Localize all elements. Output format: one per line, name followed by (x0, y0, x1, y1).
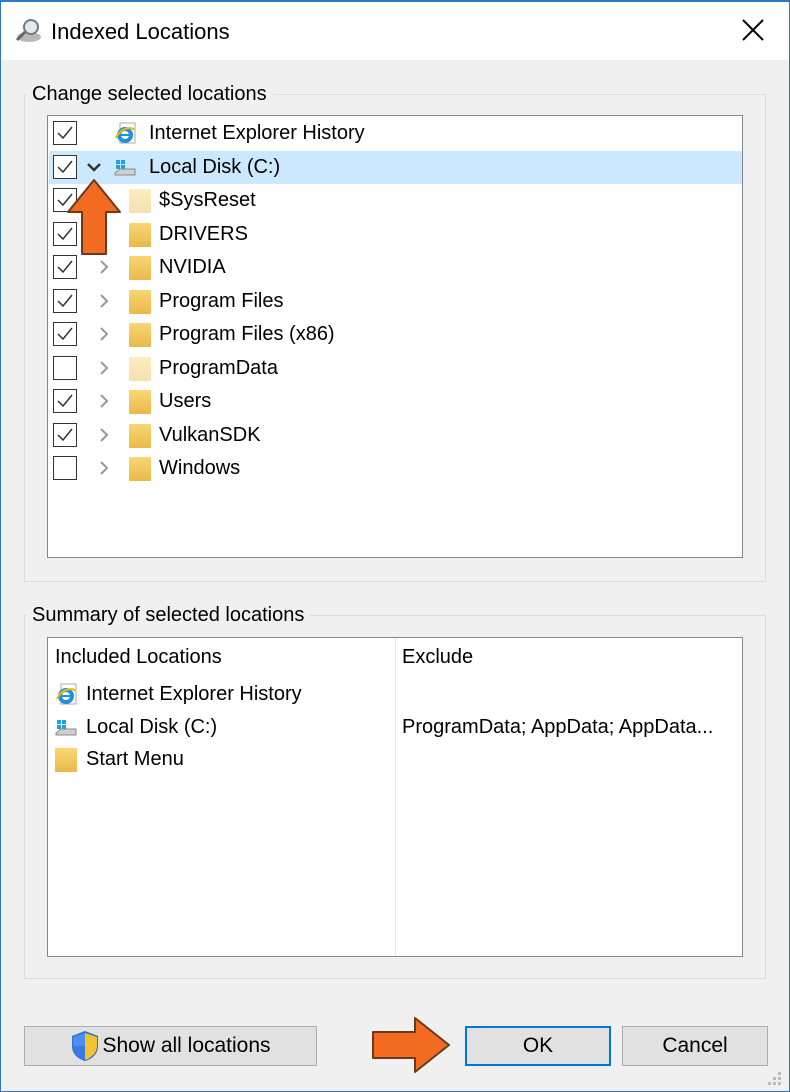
chevron-down-icon[interactable] (86, 157, 102, 177)
summary-list[interactable]: Included Locations Exclude Internet Expl… (47, 637, 743, 957)
folder-icon (129, 390, 151, 414)
tree-item-label: $SysReset (159, 189, 256, 211)
summary-row[interactable]: Local Disk (C:) ProgramData; AppData; App… (49, 711, 742, 744)
chevron-right-icon[interactable] (96, 425, 112, 445)
column-header-exclude[interactable]: Exclude (402, 646, 473, 669)
change-locations-label: Change selected locations (26, 83, 273, 106)
tree-item-label: DRIVERS (159, 222, 248, 245)
checkbox[interactable] (53, 422, 77, 447)
checkbox[interactable] (53, 355, 77, 380)
checkbox[interactable] (53, 288, 77, 313)
drive-icon (114, 159, 136, 175)
tree-item-label: Program Files (159, 289, 284, 312)
tree-item-label: ProgramData (159, 356, 278, 379)
tree-item[interactable]: ProgramData (49, 352, 742, 385)
locations-tree[interactable]: Internet Explorer History Local Disk (C:)… (47, 115, 743, 558)
folder-icon (55, 748, 77, 772)
cancel-button[interactable]: Cancel (622, 1026, 768, 1066)
title-bar: Indexed Locations (1, 2, 789, 60)
checkbox[interactable] (53, 456, 77, 480)
show-all-locations-button[interactable]: Show all locations (24, 1026, 317, 1066)
summary-row[interactable]: Internet Explorer History (49, 678, 742, 711)
chevron-right-icon[interactable] (96, 324, 112, 344)
checkbox[interactable] (53, 322, 77, 346)
chevron-right-icon[interactable] (96, 458, 112, 478)
summary-label: Summary of selected locations (26, 604, 311, 627)
included-location: Internet Explorer History (86, 683, 302, 705)
close-button[interactable] (731, 10, 775, 50)
close-icon (742, 19, 764, 41)
tree-item-label: Internet Explorer History (149, 122, 365, 144)
exclude-value: ProgramData; AppData; AppData... (402, 715, 714, 738)
drive-icon (55, 719, 77, 735)
tree-item-label: Users (159, 390, 212, 412)
tree-item-label: Windows (159, 457, 241, 479)
tree-item-label: NVIDIA (159, 256, 226, 278)
tree-item[interactable]: DRIVERS (49, 218, 742, 251)
included-location: Local Disk (C:) (86, 715, 218, 738)
checkbox[interactable] (53, 154, 77, 179)
window-title: Indexed Locations (51, 19, 230, 44)
tree-item[interactable]: $SysReset (49, 184, 742, 217)
tree-item[interactable]: Program Files (x86) (49, 318, 742, 351)
annotation-arrow-right (372, 1017, 450, 1073)
tree-item-label: Local Disk (C:) (149, 155, 281, 178)
show-all-locations-label: Show all locations (102, 1034, 271, 1057)
folder-icon (129, 356, 151, 381)
folder-icon (129, 222, 151, 247)
resize-grip-icon[interactable] (766, 1070, 784, 1088)
folder-icon (129, 423, 151, 448)
column-header-included[interactable]: Included Locations (55, 646, 222, 669)
folder-icon (129, 189, 151, 213)
folder-icon (129, 457, 151, 481)
chevron-right-icon[interactable] (96, 358, 112, 378)
ok-button[interactable]: OK (465, 1026, 611, 1066)
tree-item[interactable]: Users (49, 385, 742, 418)
annotation-arrow-up (67, 179, 121, 255)
folder-icon (129, 289, 151, 314)
uac-shield-icon (72, 1031, 99, 1061)
chevron-right-icon[interactable] (96, 257, 112, 277)
included-location: Start Menu (86, 748, 184, 770)
tree-item-label: Program Files (x86) (159, 323, 335, 345)
ie-icon (56, 683, 77, 705)
tree-item[interactable]: Local Disk (C:) (49, 150, 742, 184)
tree-item-label: VulkanSDK (159, 423, 261, 446)
ie-icon (115, 122, 136, 144)
chevron-right-icon[interactable] (96, 391, 112, 411)
checkbox[interactable] (53, 389, 77, 413)
checkbox[interactable] (53, 121, 77, 145)
chevron-right-icon[interactable] (96, 291, 112, 311)
summary-row[interactable]: Start Menu (49, 743, 742, 776)
tree-item[interactable]: Program Files (49, 285, 742, 318)
tree-item[interactable]: Windows (49, 452, 742, 485)
tree-item[interactable]: NVIDIA (49, 251, 742, 284)
folder-icon (129, 256, 151, 280)
checkbox[interactable] (53, 255, 77, 279)
tree-item[interactable]: VulkanSDK (49, 419, 742, 452)
folder-icon (129, 323, 151, 347)
indexing-icon (15, 19, 41, 42)
tree-item[interactable]: Internet Explorer History (49, 117, 742, 150)
